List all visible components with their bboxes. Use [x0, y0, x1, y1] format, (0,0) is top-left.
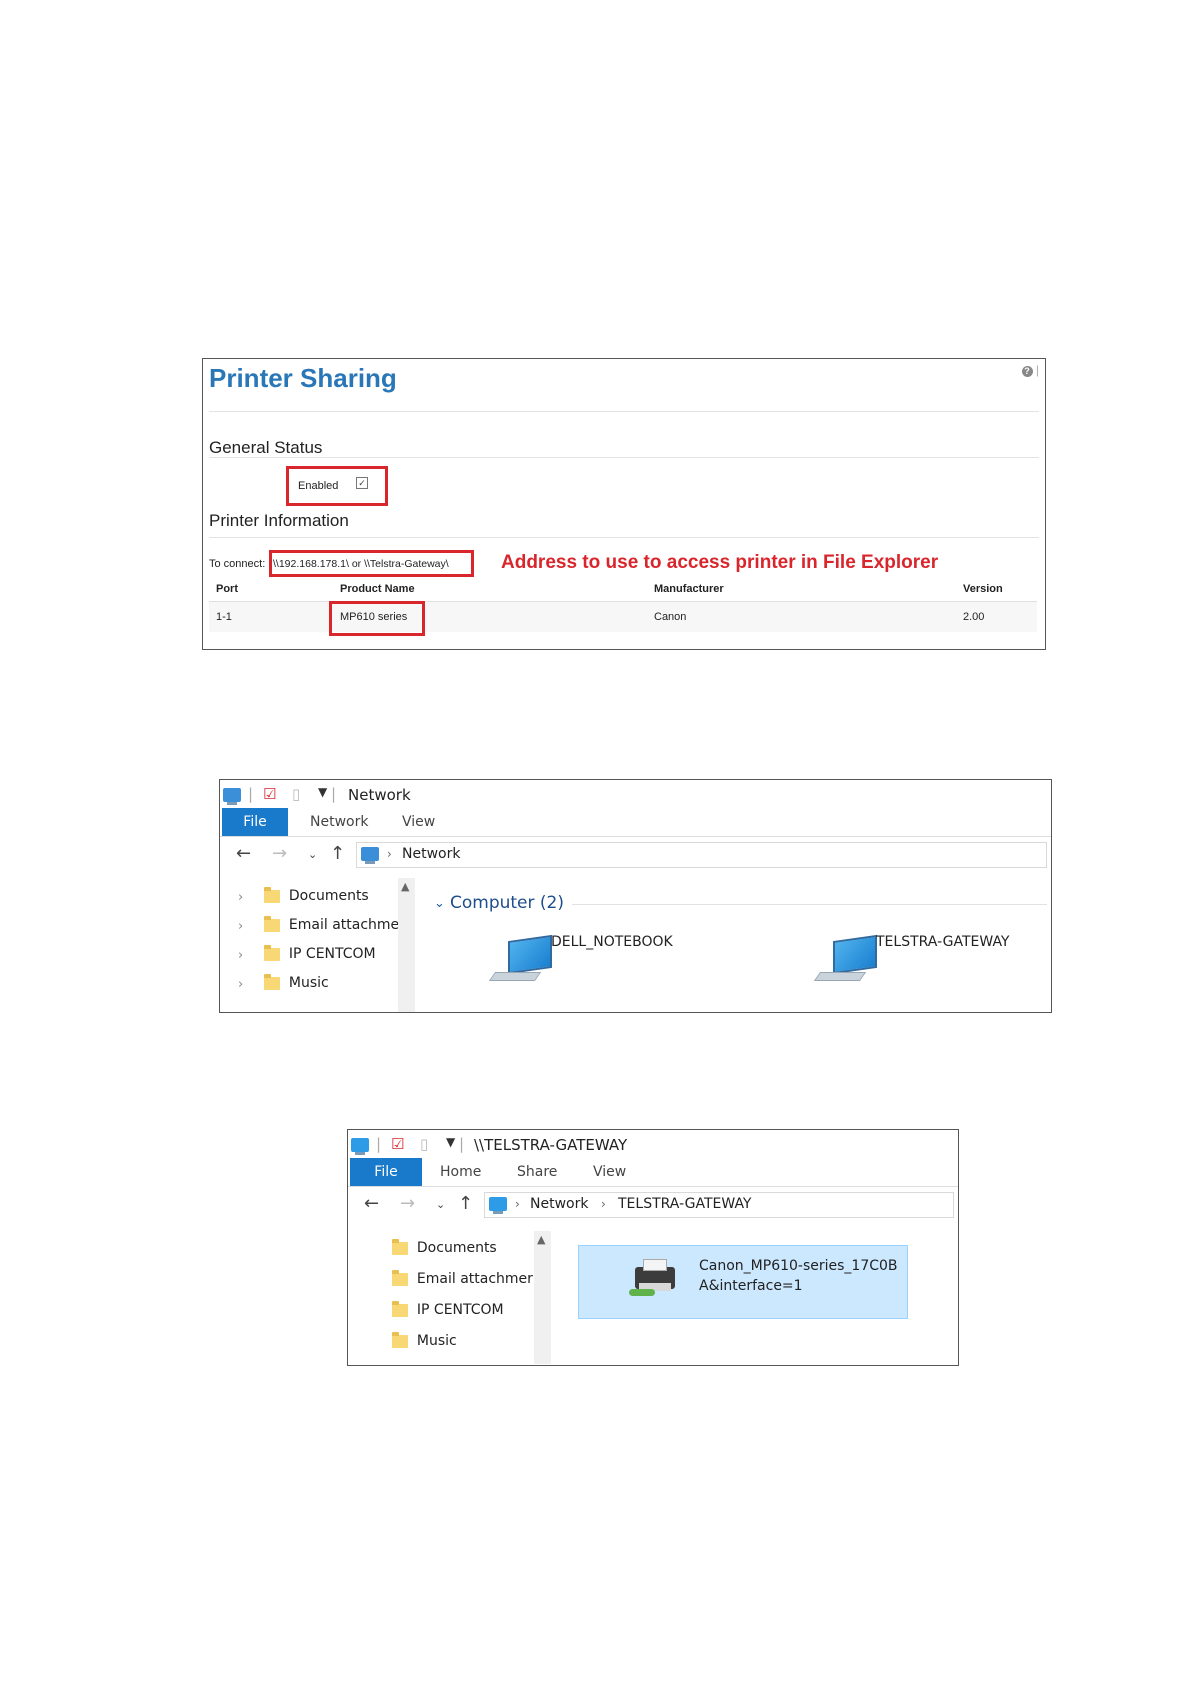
nav-item-music[interactable]: Music — [392, 1331, 457, 1349]
cell-version: 2.00 — [956, 601, 1037, 632]
folder-icon — [392, 1238, 408, 1255]
new-folder-icon[interactable]: ▯ — [420, 1135, 428, 1153]
tab-home[interactable]: Home — [440, 1158, 481, 1186]
computer-item-dell-notebook[interactable]: DELL_NOTEBOOK — [488, 934, 690, 989]
help-icon[interactable]: ? | — [1021, 363, 1039, 377]
nav-pane-scrollbar[interactable]: ▲ — [398, 878, 415, 1012]
enabled-label: Enabled — [298, 480, 339, 492]
tab-share[interactable]: Share — [517, 1158, 557, 1186]
expand-chevron-icon[interactable]: › — [238, 890, 243, 905]
expand-chevron-icon[interactable]: › — [238, 948, 243, 963]
recent-locations-chevron-icon[interactable]: ⌄ — [308, 848, 317, 861]
tab-file[interactable]: File — [350, 1158, 422, 1186]
computer-icon — [833, 934, 877, 975]
product-highlight — [329, 601, 425, 636]
back-arrow-icon[interactable]: ← — [236, 843, 251, 864]
folder-icon — [264, 973, 280, 990]
cell-manufacturer: Canon — [647, 601, 956, 632]
column-header-product-name: Product Name — [340, 583, 415, 595]
page-title: Printer Sharing — [209, 363, 397, 393]
nav-item-email-attachments[interactable]: Email attachmer — [392, 1269, 533, 1287]
breadcrumb-network[interactable]: Network — [402, 846, 460, 862]
connect-label: To connect: — [209, 558, 266, 570]
forward-arrow-icon[interactable]: → — [272, 843, 287, 864]
nav-item-ip-centcom[interactable]: IP CENTCOM — [392, 1300, 504, 1318]
recent-locations-chevron-icon[interactable]: ⌄ — [436, 1198, 445, 1211]
expand-chevron-icon[interactable]: › — [238, 919, 243, 934]
printer-sharing-panel: Printer Sharing ? | General Status Enabl… — [202, 358, 1046, 650]
computer-icon — [508, 934, 552, 975]
address-bar[interactable]: › Network › TELSTRA-GATEWAY — [484, 1192, 954, 1218]
printer-icon — [629, 1259, 677, 1296]
folder-icon — [392, 1300, 408, 1317]
nav-item-ip-centcom[interactable]: IP CENTCOM — [264, 944, 376, 962]
group-collapse-chevron-icon[interactable]: ⌄ — [434, 896, 445, 911]
nav-pane-scrollbar[interactable]: ▲ — [534, 1231, 551, 1364]
folder-icon — [264, 886, 280, 903]
computer-icon — [489, 1196, 507, 1214]
scroll-up-icon[interactable]: ▲ — [537, 1233, 545, 1246]
annotation-text: Address to use to access printer in File… — [501, 552, 939, 573]
computer-icon — [351, 1135, 369, 1155]
window-title: \\TELSTRA-GATEWAY — [474, 1136, 628, 1154]
computer-label: DELL_NOTEBOOK — [551, 934, 673, 950]
divider — [209, 537, 1039, 538]
nav-item-documents[interactable]: Documents — [264, 886, 369, 904]
folder-icon — [264, 944, 280, 961]
tab-view[interactable]: View — [402, 808, 435, 836]
group-heading-computer: Computer (2) — [450, 893, 564, 913]
column-header-manufacturer: Manufacturer — [654, 583, 724, 595]
breadcrumb-network[interactable]: Network — [530, 1196, 588, 1212]
tab-file[interactable]: File — [222, 808, 288, 836]
customize-dropdown-icon[interactable]: ▼ — [318, 785, 327, 799]
forward-arrow-icon[interactable]: → — [400, 1193, 415, 1214]
folder-icon — [392, 1331, 408, 1348]
nav-item-email-attachments[interactable]: Email attachmer — [264, 915, 405, 933]
ribbon-tabs: File Network View — [220, 808, 1051, 837]
navigation-bar: ← → ⌄ ↑ › Network › TELSTRA-GATEWAY — [348, 1187, 958, 1221]
folder-icon — [264, 915, 280, 932]
explorer-window-network: | ☑ ▯ ▼ | Network File Network View ← → … — [219, 779, 1052, 1013]
network-icon — [223, 785, 241, 805]
enabled-checkbox[interactable]: ✓ — [356, 477, 368, 489]
tab-view[interactable]: View — [593, 1158, 626, 1186]
title-bar: | ☑ ▯ ▼ | \\TELSTRA-GATEWAY — [348, 1130, 958, 1158]
properties-icon[interactable]: ☑ — [391, 1135, 404, 1153]
network-icon — [361, 846, 379, 864]
tab-network[interactable]: Network — [310, 808, 368, 836]
window-title: Network — [348, 786, 411, 804]
breadcrumb-telstra-gateway[interactable]: TELSTRA-GATEWAY — [618, 1196, 752, 1212]
ribbon-tabs: File Home Share View — [348, 1158, 958, 1187]
shared-printer-item[interactable]: Canon_MP610-series_17C0B A&interface=1 — [578, 1245, 908, 1319]
divider — [209, 411, 1039, 412]
navigation-bar: ← → ⌄ ↑ › Network — [220, 837, 1051, 871]
customize-dropdown-icon[interactable]: ▼ — [446, 1135, 455, 1149]
general-status-heading: General Status — [209, 438, 323, 457]
computer-item-telstra-gateway[interactable]: TELSTRA-GATEWAY — [813, 934, 1035, 989]
printer-label: Canon_MP610-series_17C0B A&interface=1 — [699, 1258, 898, 1294]
folder-icon — [392, 1269, 408, 1286]
title-bar: | ☑ ▯ ▼ | Network — [220, 780, 1051, 808]
divider — [572, 904, 1047, 905]
expand-chevron-icon[interactable]: › — [238, 977, 243, 992]
nav-item-documents[interactable]: Documents — [392, 1238, 497, 1256]
column-header-port: Port — [216, 583, 238, 595]
computer-label: TELSTRA-GATEWAY — [876, 934, 1010, 950]
scroll-up-icon[interactable]: ▲ — [401, 880, 409, 893]
cell-port: 1-1 — [209, 601, 333, 632]
connect-address: \\192.168.178.1\ or \\Telstra-Gateway\ — [273, 558, 449, 570]
divider — [209, 457, 1039, 458]
printer-information-heading: Printer Information — [209, 511, 349, 530]
column-header-version: Version — [963, 583, 1003, 595]
address-bar[interactable]: › Network — [356, 842, 1047, 868]
nav-item-music[interactable]: Music — [264, 973, 329, 991]
properties-icon[interactable]: ☑ — [263, 785, 276, 803]
up-arrow-icon[interactable]: ↑ — [330, 843, 345, 864]
explorer-window-telstra-gateway: | ☑ ▯ ▼ | \\TELSTRA-GATEWAY File Home Sh… — [347, 1129, 959, 1366]
back-arrow-icon[interactable]: ← — [364, 1193, 379, 1214]
up-arrow-icon[interactable]: ↑ — [458, 1193, 473, 1214]
new-folder-icon[interactable]: ▯ — [292, 785, 300, 803]
